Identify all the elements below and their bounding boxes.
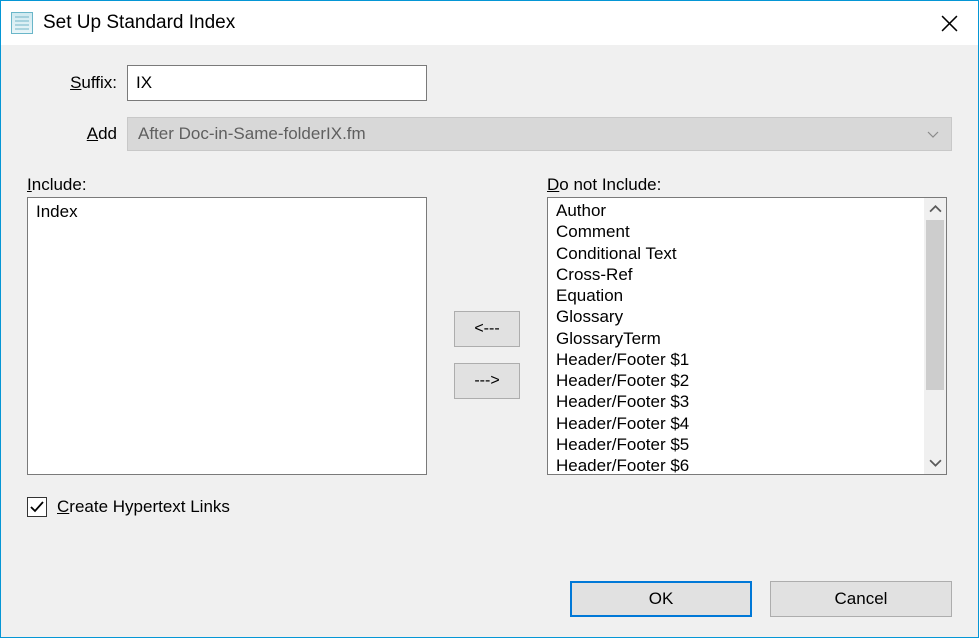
hypertext-checkbox-row: Create Hypertext Links	[27, 497, 952, 517]
chevron-down-icon	[929, 457, 942, 470]
suffix-label: Suffix:	[27, 73, 127, 93]
transfer-buttons: <--- --->	[427, 175, 547, 475]
list-item[interactable]: Equation	[556, 285, 916, 306]
include-listbox[interactable]: Index	[27, 197, 427, 475]
list-item[interactable]: Header/Footer $2	[556, 370, 916, 391]
list-item[interactable]: GlossaryTerm	[556, 328, 916, 349]
list-item[interactable]: Comment	[556, 221, 916, 242]
list-item[interactable]: Cross-Ref	[556, 264, 916, 285]
dialog-body: Suffix: Add After Doc-in-Same-folderIX.f…	[1, 45, 978, 637]
dialog-buttons: OK Cancel	[570, 581, 952, 617]
include-column: Include: Index	[27, 175, 427, 475]
list-item[interactable]: Index	[36, 202, 418, 222]
list-item[interactable]: Glossary	[556, 306, 916, 327]
list-item[interactable]: Header/Footer $4	[556, 413, 916, 434]
scroll-track[interactable]	[924, 220, 946, 452]
add-row: Add After Doc-in-Same-folderIX.fm	[27, 117, 952, 151]
chevron-down-icon	[927, 124, 939, 144]
cancel-button[interactable]: Cancel	[770, 581, 952, 617]
hypertext-checkbox[interactable]	[27, 497, 47, 517]
list-item[interactable]: Author	[556, 200, 916, 221]
list-item[interactable]: Header/Footer $3	[556, 391, 916, 412]
suffix-input[interactable]	[127, 65, 427, 101]
add-label: Add	[27, 124, 127, 144]
list-item[interactable]: Header/Footer $1	[556, 349, 916, 370]
suffix-row: Suffix:	[27, 65, 952, 101]
list-item[interactable]: Header/Footer $6	[556, 455, 916, 474]
lists-area: Include: Index <--- ---> Do not Include:…	[27, 175, 952, 475]
scroll-thumb[interactable]	[926, 220, 944, 390]
move-right-button[interactable]: --->	[454, 363, 520, 399]
do-not-include-column: Do not Include: Author Comment Condition…	[547, 175, 947, 475]
checkmark-icon	[30, 500, 44, 514]
move-left-button[interactable]: <---	[454, 311, 520, 347]
app-icon	[11, 12, 33, 34]
scroll-down-button[interactable]	[924, 452, 946, 474]
close-icon	[941, 15, 958, 32]
list-item[interactable]: Conditional Text	[556, 243, 916, 264]
ok-button[interactable]: OK	[570, 581, 752, 617]
scrollbar[interactable]	[924, 198, 946, 474]
add-select-value: After Doc-in-Same-folderIX.fm	[138, 124, 366, 144]
do-not-include-listbox[interactable]: Author Comment Conditional Text Cross-Re…	[547, 197, 947, 475]
scroll-up-button[interactable]	[924, 198, 946, 220]
do-not-include-items: Author Comment Conditional Text Cross-Re…	[548, 198, 924, 474]
include-label: Include:	[27, 175, 427, 195]
add-select[interactable]: After Doc-in-Same-folderIX.fm	[127, 117, 952, 151]
hypertext-checkbox-label: Create Hypertext Links	[57, 497, 230, 517]
titlebar: Set Up Standard Index	[1, 1, 978, 45]
list-item[interactable]: Header/Footer $5	[556, 434, 916, 455]
chevron-up-icon	[929, 203, 942, 216]
do-not-include-label: Do not Include:	[547, 175, 947, 195]
close-button[interactable]	[926, 6, 972, 40]
window-title: Set Up Standard Index	[43, 12, 926, 34]
